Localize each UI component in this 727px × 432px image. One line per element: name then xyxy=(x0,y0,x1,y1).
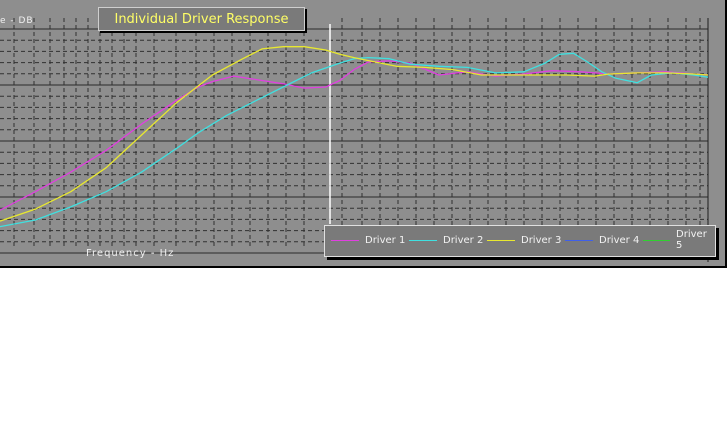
legend-swatch-2 xyxy=(409,239,437,241)
legend-label-4: Driver 4 xyxy=(599,234,640,246)
legend-swatch-3 xyxy=(487,239,515,241)
plot-panel: e - DB Frequency - Hz Individual Driver … xyxy=(0,0,727,268)
series-line-driver-1 xyxy=(0,60,709,211)
series-line-driver-2 xyxy=(0,52,709,228)
legend-item-2: Driver 2 xyxy=(409,234,483,246)
x-axis-label: Frequency - Hz xyxy=(86,248,175,259)
legend-swatch-5 xyxy=(643,239,671,241)
legend-label-1: Driver 1 xyxy=(365,234,406,246)
legend-item-5: Driver 5 xyxy=(643,229,715,251)
legend-swatch-1 xyxy=(331,239,359,241)
legend-label-3: Driver 3 xyxy=(521,234,562,246)
chart-title: Individual Driver Response xyxy=(98,7,305,31)
legend-label-5: Driver 5 xyxy=(676,229,707,251)
legend-item-3: Driver 3 xyxy=(487,234,561,246)
legend-label-2: Driver 2 xyxy=(443,234,484,246)
legend-item-1: Driver 1 xyxy=(331,234,405,246)
legend-swatch-4 xyxy=(565,239,593,241)
legend: Driver 1 Driver 2 Driver 3 Driver 4 Driv… xyxy=(324,225,716,257)
legend-item-4: Driver 4 xyxy=(565,234,639,246)
y-axis-label: e - DB xyxy=(0,16,34,26)
